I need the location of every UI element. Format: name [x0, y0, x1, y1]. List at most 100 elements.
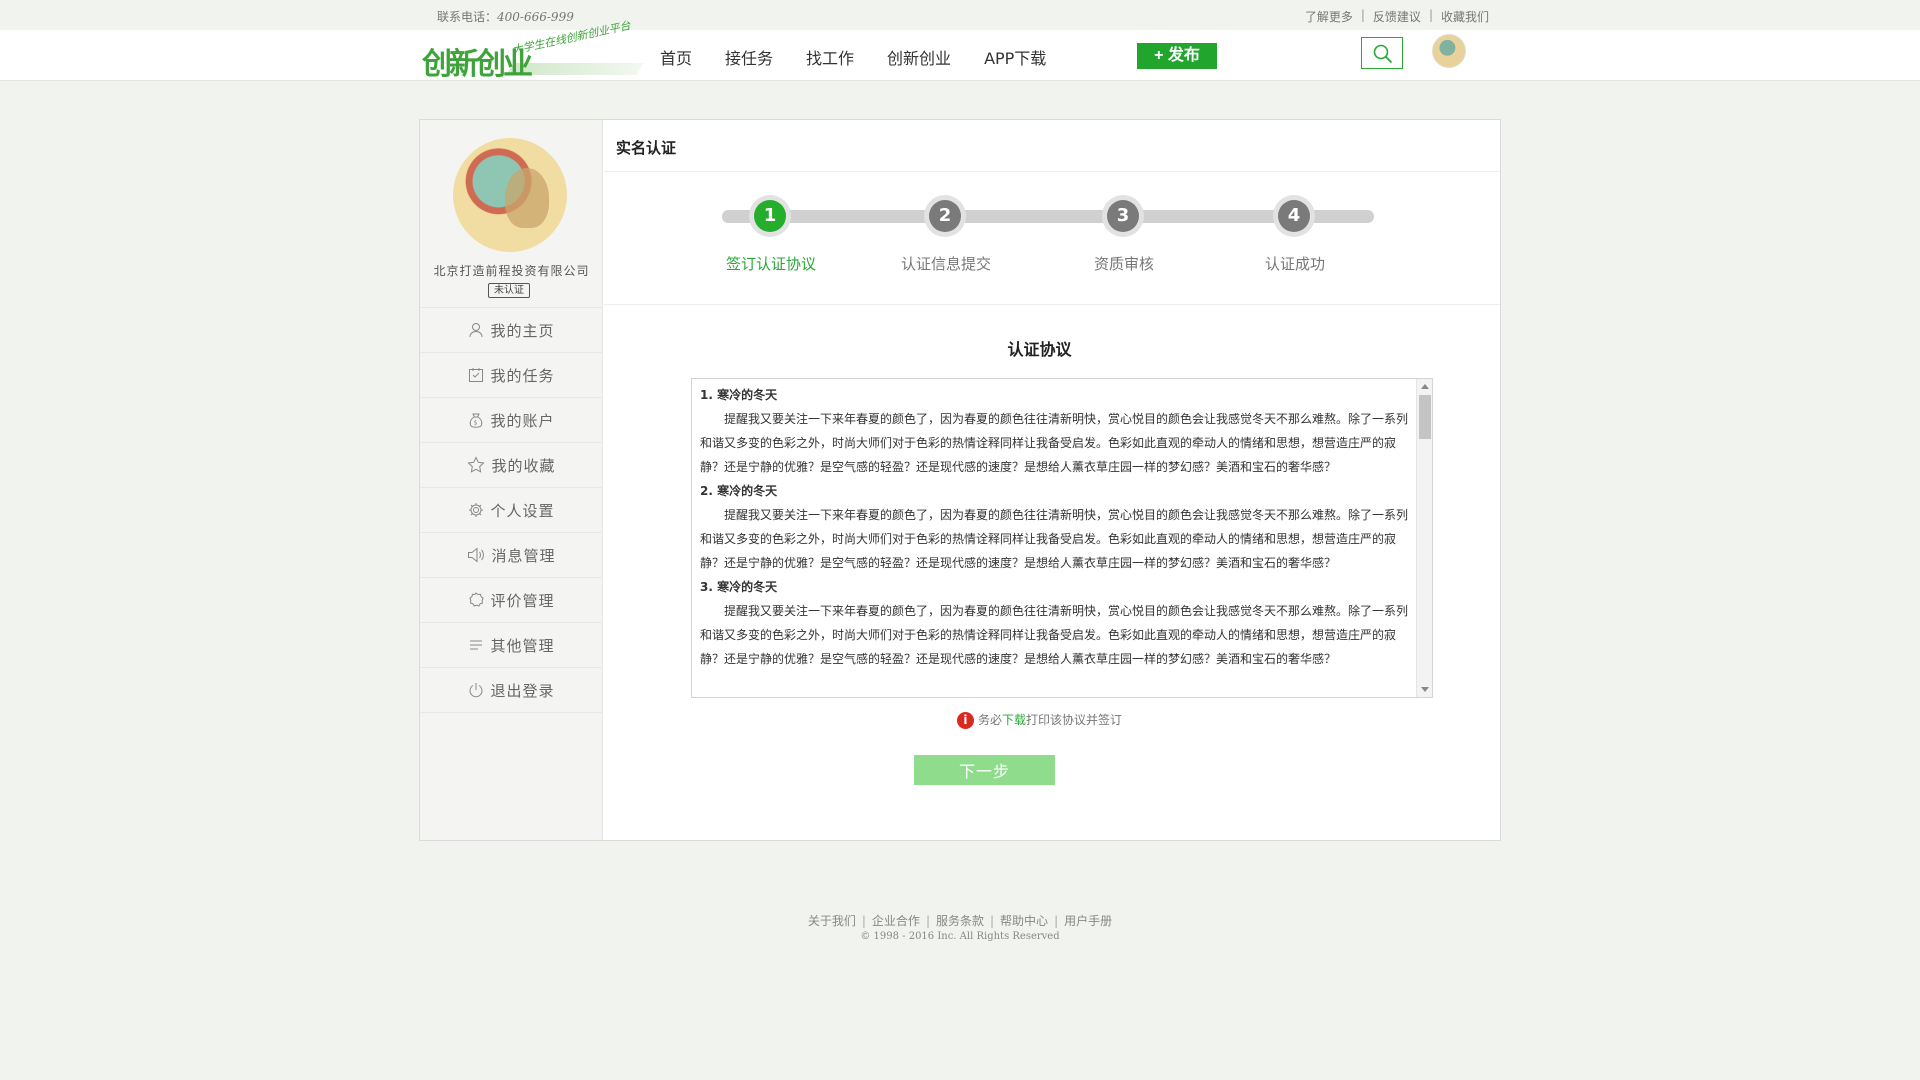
search-icon: [1373, 44, 1393, 64]
step-number: 1: [754, 200, 786, 232]
profile-avatar[interactable]: [453, 138, 567, 252]
star-icon: [467, 456, 486, 473]
badge-icon: [469, 592, 485, 607]
sidebar-item-label: 评价管理: [490, 591, 555, 610]
top-info-bar: 联系电话：400-666-999 了解更多 | 反馈建议 | 收藏我们: [0, 0, 1920, 30]
hotline-number: 400-666-999: [497, 10, 574, 24]
sidebar-item-label: 我的主页: [490, 321, 555, 340]
step-label: 签订认证协议: [725, 255, 816, 273]
hotline: 联系电话：400-666-999: [437, 8, 574, 25]
step-number: 4: [1278, 200, 1310, 232]
scroll-thumb[interactable]: [1419, 395, 1431, 439]
company-name: 北京打造前程投资有限公司: [433, 264, 590, 278]
sidebar-item-label: 我的任务: [490, 366, 555, 385]
sidebar-item-account[interactable]: $ 我的账户: [420, 398, 603, 443]
bookmark-link[interactable]: 收藏我们: [1441, 8, 1489, 25]
page-title: 实名认证: [604, 120, 1500, 172]
section-heading: 1. 寒冷的冬天: [700, 388, 778, 402]
sidebar-item-logout[interactable]: 退出登录: [420, 668, 603, 713]
section-heading: 3. 寒冷的冬天: [700, 580, 778, 594]
next-step-button[interactable]: 下一步: [914, 755, 1055, 785]
site-footer: 关于我们 | 企业合作 | 服务条款 | 帮助中心 | 用户手册 © 1998 - 2016 I…: [0, 912, 1920, 942]
hotline-label: 联系电话：: [437, 10, 498, 24]
money-bag-icon: $: [470, 413, 483, 428]
step-number: 2: [929, 200, 961, 232]
step-label: 资质审核: [1093, 255, 1154, 273]
nav-jobs[interactable]: 找工作: [806, 45, 854, 69]
section-body: 提醒我又要关注一下来年春夏的颜色了，因为春夏的颜色往往清新明快，赏心悦目的颜色会…: [700, 604, 1409, 666]
notice-prefix: 务必: [977, 713, 1002, 727]
user-avatar[interactable]: [1432, 34, 1466, 68]
step-number: 3: [1107, 200, 1139, 232]
top-links: 了解更多 | 反馈建议 | 收藏我们: [1305, 8, 1489, 25]
user-sidebar: 北京打造前程投资有限公司 未认证 我的主页 我的任务 $ 我的账户 我的收藏 个…: [420, 120, 603, 840]
feedback-link[interactable]: 反馈建议: [1373, 8, 1421, 25]
copyright: © 1998 - 2016 Inc. All Rights Reserved: [860, 931, 1060, 942]
user-icon: [469, 323, 483, 338]
sidebar-item-favorites[interactable]: 我的收藏: [420, 443, 603, 488]
divider: |: [1360, 8, 1365, 22]
footer-partner-link[interactable]: 企业合作: [872, 914, 920, 928]
main-panel: 北京打造前程投资有限公司 未认证 我的主页 我的任务 $ 我的账户 我的收藏 个…: [419, 119, 1501, 841]
publish-button[interactable]: + 发布: [1137, 43, 1217, 69]
section-body: 提醒我又要关注一下来年春夏的颜色了，因为春夏的颜色往往清新明快，赏心悦目的颜色会…: [700, 412, 1409, 474]
learn-more-link[interactable]: 了解更多: [1305, 8, 1353, 25]
footer-about-link[interactable]: 关于我们: [808, 914, 856, 928]
nav-innovation[interactable]: 创新创业: [887, 45, 951, 69]
step-label: 认证成功: [1264, 255, 1325, 273]
nav-app-download[interactable]: APP下载: [984, 45, 1046, 69]
menu-icon: [470, 640, 483, 650]
step-marker: 2: [924, 195, 966, 237]
svg-text:$: $: [474, 420, 479, 427]
site-logo[interactable]: 创新创业 大学生在线创新创业平台: [420, 19, 646, 82]
divider: |: [1054, 914, 1059, 928]
sidebar-item-label: 个人设置: [490, 501, 555, 520]
sidebar-item-messages[interactable]: 消息管理: [420, 533, 603, 578]
step-marker: 3: [1102, 195, 1144, 237]
sidebar-item-label: 消息管理: [491, 546, 556, 565]
notice-suffix: 打印该协议并签订: [1026, 713, 1123, 727]
divider: |: [925, 914, 930, 928]
scroll-down-arrow-icon[interactable]: [1421, 687, 1429, 692]
gear-icon: [469, 503, 484, 517]
download-notice: i 务必下载打印该协议并签订: [604, 711, 1475, 729]
divider: |: [861, 914, 866, 928]
sidebar-item-label: 我的收藏: [491, 456, 556, 475]
main-nav: 首页 接任务 找工作 创新创业 APP下载: [660, 45, 1079, 69]
sidebar-item-home[interactable]: 我的主页: [420, 308, 603, 353]
progress-steps: 1 签订认证协议 2 认证信息提交 3 资质审核 4 认证成功: [604, 173, 1500, 305]
agreement-text: 1. 寒冷的冬天 提醒我又要关注一下来年春夏的颜色了，因为春夏的颜色往往清新明快…: [700, 383, 1412, 671]
search-button[interactable]: [1361, 37, 1403, 69]
nav-tasks[interactable]: 接任务: [725, 45, 773, 69]
agreement-title: 认证协议: [1007, 340, 1072, 359]
sidebar-item-other[interactable]: 其他管理: [420, 623, 603, 668]
footer-manual-link[interactable]: 用户手册: [1064, 914, 1112, 928]
agreement-scrollbar[interactable]: [1416, 379, 1432, 697]
step-label: 认证信息提交: [900, 255, 991, 273]
footer-help-link[interactable]: 帮助中心: [1000, 914, 1048, 928]
divider: |: [1428, 8, 1433, 22]
agreement-scroll-box[interactable]: 1. 寒冷的冬天 提醒我又要关注一下来年春夏的颜色了，因为春夏的颜色往往清新明快…: [691, 378, 1433, 698]
step-marker: 1: [749, 195, 791, 237]
main-header: 创新创业 大学生在线创新创业平台 首页 接任务 找工作 创新创业 APP下载 +…: [0, 19, 1920, 82]
nav-home[interactable]: 首页: [660, 45, 692, 69]
sidebar-item-label: 退出登录: [490, 681, 555, 700]
sidebar-item-reviews[interactable]: 评价管理: [420, 578, 603, 623]
sidebar-item-settings[interactable]: 个人设置: [420, 488, 603, 533]
task-icon: [469, 368, 484, 382]
footer-terms-link[interactable]: 服务条款: [936, 914, 984, 928]
section-heading: 2. 寒冷的冬天: [700, 484, 778, 498]
download-link[interactable]: 下载: [1002, 713, 1026, 727]
sidebar-menu: 我的主页 我的任务 $ 我的账户 我的收藏 个人设置 消息管理 评价管理 其他管…: [420, 307, 603, 713]
info-icon: i: [956, 712, 974, 729]
section-body: 提醒我又要关注一下来年春夏的颜色了，因为春夏的颜色往往清新明快，赏心悦目的颜色会…: [700, 508, 1409, 570]
sidebar-item-tasks[interactable]: 我的任务: [420, 353, 603, 398]
sidebar-item-label: 其他管理: [490, 636, 555, 655]
power-icon: [469, 683, 483, 698]
verification-content: 实名认证 1 签订认证协议 2 认证信息提交 3 资质审核 4 认证成功 认证协…: [604, 120, 1500, 840]
divider: |: [990, 914, 995, 928]
scroll-up-arrow-icon[interactable]: [1421, 384, 1429, 389]
speaker-icon: [468, 547, 485, 563]
step-marker: 4: [1273, 195, 1315, 237]
footer-links: 关于我们 | 企业合作 | 服务条款 | 帮助中心 | 用户手册: [0, 912, 1920, 929]
